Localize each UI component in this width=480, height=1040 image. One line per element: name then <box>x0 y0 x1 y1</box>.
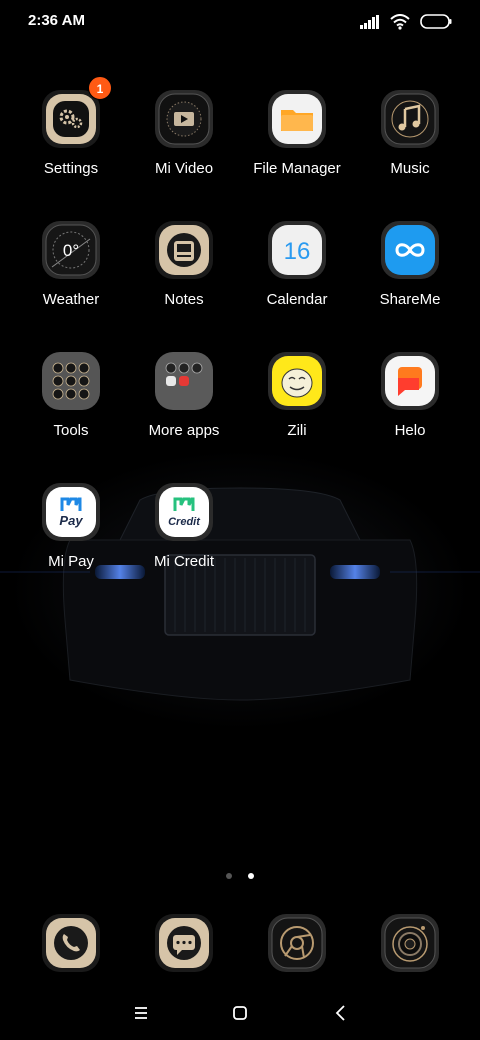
navigation-bar <box>0 990 480 1034</box>
app-label: Mi Video <box>154 160 214 177</box>
app-more-apps-folder[interactable]: More apps <box>129 352 239 439</box>
app-helo[interactable]: Helo <box>355 352 465 439</box>
tools-folder-icon <box>42 352 100 410</box>
wifi-icon <box>390 14 410 30</box>
app-label: Mi Credit <box>153 553 214 570</box>
app-file-manager[interactable]: File Manager <box>242 90 352 177</box>
calendar-date-text: 16 <box>284 238 311 265</box>
page-dot-1[interactable] <box>225 873 232 879</box>
app-mi-video[interactable]: Mi Video <box>129 90 239 177</box>
messages-icon <box>155 914 213 972</box>
app-label: ShareMe <box>379 291 441 308</box>
status-icons <box>360 12 452 32</box>
notes-icon <box>155 221 213 279</box>
home-icon[interactable] <box>229 1002 251 1024</box>
back-icon[interactable] <box>330 1002 352 1024</box>
music-note-icon <box>381 90 439 148</box>
dock-messages[interactable] <box>155 914 213 972</box>
app-tools-folder[interactable]: Tools <box>16 352 126 439</box>
app-label: Tools <box>53 422 89 439</box>
app-zili[interactable]: Zili <box>242 352 352 439</box>
shareme-infinity-icon <box>381 221 439 279</box>
app-settings[interactable]: 1 Settings <box>16 76 126 177</box>
phone-icon <box>42 914 100 972</box>
app-calendar[interactable]: 16 Calendar <box>242 221 352 308</box>
mi-credit-text: Credit <box>168 516 201 528</box>
app-label: More apps <box>148 422 220 439</box>
notification-badge: 1 <box>88 76 112 100</box>
page-dot-2-active[interactable] <box>248 873 255 879</box>
mi-credit-icon: Credit <box>155 483 213 541</box>
app-label: Settings <box>43 160 99 177</box>
menu-icon[interactable] <box>130 1002 152 1024</box>
folder-icon <box>268 90 326 148</box>
mi-pay-icon: Pay <box>42 483 100 541</box>
calendar-icon: 16 <box>268 221 326 279</box>
mi-pay-text: Pay <box>59 513 83 528</box>
signal-icon <box>360 15 379 29</box>
app-label: Helo <box>394 422 426 439</box>
dock-phone[interactable] <box>42 914 100 972</box>
battery-icon <box>420 14 452 29</box>
weather-temp-text: 0° <box>63 241 79 260</box>
app-label: Weather <box>42 291 100 308</box>
app-mi-pay[interactable]: Pay Mi Pay <box>16 483 126 570</box>
app-label: Zili <box>287 422 307 439</box>
more-apps-folder-icon <box>155 352 213 410</box>
app-mi-credit[interactable]: Credit Mi Credit <box>129 483 239 570</box>
status-bar: 2:36 AM <box>0 0 480 44</box>
camera-lens-icon <box>381 914 439 972</box>
app-label: Mi Pay <box>48 553 94 570</box>
settings-gears-icon: 1 <box>42 76 112 148</box>
weather-gauge-icon: 0° <box>42 221 100 279</box>
app-label: File Manager <box>253 160 341 177</box>
video-play-icon <box>155 90 213 148</box>
dock-browser[interactable] <box>268 914 326 972</box>
chrome-browser-icon <box>268 914 326 972</box>
app-music[interactable]: Music <box>355 90 465 177</box>
app-label: Calendar <box>266 291 328 308</box>
page-indicator[interactable] <box>0 866 480 884</box>
app-weather[interactable]: 0° Weather <box>16 221 126 308</box>
dock-camera[interactable] <box>381 914 439 972</box>
app-shareme[interactable]: ShareMe <box>355 221 465 308</box>
app-notes[interactable]: Notes <box>129 221 239 308</box>
status-time: 2:36 AM <box>28 12 85 29</box>
zili-face-icon <box>268 352 326 410</box>
app-label: Music <box>390 160 430 177</box>
app-label: Notes <box>164 291 204 308</box>
helo-chat-icon <box>381 352 439 410</box>
